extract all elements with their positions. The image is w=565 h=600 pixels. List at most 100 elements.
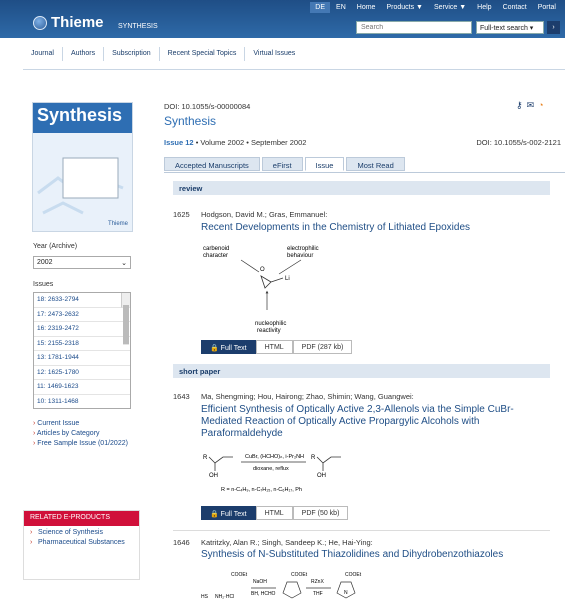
scheme-label: OH — [209, 473, 218, 479]
year-select[interactable]: 2002 ⌄ — [33, 256, 131, 269]
issue-item[interactable]: 10: 1311-1468 — [34, 395, 130, 409]
full-text-button[interactable]: 🔒 Full Text — [201, 506, 256, 520]
scheme-label: behaviour — [287, 253, 313, 259]
year-label: Year (Archive) — [33, 243, 78, 250]
article-authors: Ma, Shengming; Hou, Hairong; Zhao, Shimi… — [201, 392, 414, 401]
nav-products[interactable]: Products ▼ — [381, 2, 428, 13]
rss-icon[interactable]: ◔ — [538, 100, 543, 111]
free-sample-issue-link[interactable]: Free Sample Issue (01/2022) — [33, 440, 133, 447]
issues-label: Issues — [33, 281, 54, 288]
subnav-virtual-issues[interactable]: Virtual Issues — [245, 47, 303, 61]
scheme-label: dioxane, reflux — [253, 466, 289, 472]
scheme-label: Li — [285, 276, 290, 282]
article-title[interactable]: Efficient Synthesis of Optically Active … — [201, 404, 541, 440]
pdf-button[interactable]: PDF (50 kb) — [292, 506, 349, 520]
scheme-label: OH — [317, 473, 326, 479]
current-issue-link[interactable]: Current Issue — [33, 420, 133, 427]
mail-icon[interactable]: ✉ — [527, 100, 535, 111]
subnav-recent-special-topics[interactable]: Recent Special Topics — [160, 46, 246, 61]
lang-de[interactable]: DE — [310, 2, 331, 13]
article-page: 1625 — [173, 210, 190, 219]
issue-item[interactable]: 12: 1625-1780 — [34, 366, 130, 380]
scheme-label: nucleophilic — [255, 321, 286, 327]
issue-item[interactable]: 11: 1469-1623 — [34, 380, 130, 395]
cover-title: Synthesis — [33, 103, 132, 133]
scheme-label: NaOH — [253, 579, 267, 585]
issue-item[interactable]: 17: 2473-2632 — [34, 308, 130, 322]
subnav-authors[interactable]: Authors — [63, 46, 105, 61]
page-title: Synthesis — [164, 114, 217, 128]
full-text-label: Full Text — [220, 511, 247, 518]
lang-en[interactable]: EN — [331, 2, 351, 13]
scheme-label: R — [311, 455, 316, 461]
scheme-label: carbenoid — [203, 246, 229, 252]
search-go-button[interactable]: › — [547, 21, 560, 34]
scheme-label: RZnX — [311, 579, 324, 585]
issue-doi: DOI: 10.1055/s-002-2121 — [476, 138, 561, 147]
article-divider — [173, 530, 550, 531]
journal-name: SYNTHESIS — [118, 23, 158, 30]
nav-service[interactable]: Service ▼ — [429, 2, 471, 13]
issues-list[interactable]: 18: 2633-2794 17: 2473-2632 16: 2319-247… — [33, 292, 131, 409]
tab-most-read[interactable]: Most Read — [346, 157, 405, 171]
scheme-label: R = n-C₄H₉, n-C₇H₁₅, n-C₆H₁₇, Ph — [221, 487, 302, 493]
scheme-label: CuBr, (HCHO)ₙ, i-Pr₂NH — [245, 454, 304, 460]
subnav-subscription[interactable]: Subscription — [104, 46, 160, 61]
logo-text: Thieme — [51, 14, 104, 31]
tab-accepted-manuscripts[interactable]: Accepted Manuscripts — [164, 157, 260, 171]
section-short-paper: short paper — [173, 364, 550, 378]
cover-brand: Thieme — [107, 221, 128, 227]
nav-portal[interactable]: Portal — [533, 2, 561, 13]
search-input[interactable] — [356, 21, 472, 34]
pharmaceutical-substances-link[interactable]: Pharmaceutical Substances — [24, 536, 139, 546]
article-title[interactable]: Synthesis of N-Substituted Thiazolidines… — [201, 549, 541, 561]
issue-item[interactable]: 15: 2155-2318 — [34, 337, 130, 351]
html-button[interactable]: HTML — [255, 506, 293, 520]
issue-item[interactable]: 16: 2319-2472 — [34, 322, 130, 337]
search-type-select[interactable]: Full-text search ▾ — [476, 21, 544, 34]
issue-item[interactable]: 18: 2633-2794 — [34, 293, 130, 308]
issues-scrollbar[interactable] — [121, 293, 130, 345]
issue-tabs: Accepted Manuscripts eFirst Issue Most R… — [164, 157, 405, 171]
page-icons: ⚷ ✉ ◔ — [516, 100, 544, 111]
scheme-label: R — [203, 455, 208, 461]
html-button[interactable]: HTML — [255, 340, 293, 354]
journal-doi: DOI: 10.1055/s-00000084 — [164, 102, 251, 111]
chevron-down-icon: ⌄ — [121, 260, 127, 267]
article-item: 1646 Katritzky, Alan R.; Singh, Sandeep … — [173, 538, 550, 600]
article-item: 1643 Ma, Shengming; Hou, Hairong; Zhao, … — [173, 392, 550, 522]
key-icon[interactable]: ⚷ — [516, 100, 523, 111]
sidebar-links: Current Issue Articles by Category Free … — [33, 420, 133, 450]
journal-cover[interactable]: Synthesis Thieme — [32, 102, 133, 232]
article-title[interactable]: Recent Developments in the Chemistry of … — [201, 222, 541, 234]
issue-details: • Volume 2002 • September 2002 — [193, 138, 307, 147]
issue-item[interactable]: 13: 1781-1944 — [34, 351, 130, 366]
related-products-title: RELATED E-PRODUCTS — [24, 511, 139, 526]
scheme-label: reactivity — [257, 328, 281, 334]
article-actions: 🔒 Full Text HTML PDF (287 kb) — [201, 340, 353, 354]
cover-graphic — [37, 157, 124, 215]
thieme-logo[interactable]: Thieme — [33, 14, 104, 31]
science-of-synthesis-link[interactable]: Science of Synthesis — [24, 526, 139, 536]
tab-efirst[interactable]: eFirst — [261, 157, 303, 171]
section-review: review — [173, 181, 550, 195]
nav-contact[interactable]: Contact — [498, 2, 532, 13]
reaction-scheme: R OH CuBr, (HCHO)ₙ, i-Pr₂NH dioxane, ref… — [203, 454, 341, 493]
sub-nav: Journal Authors Subscription Recent Spec… — [23, 38, 565, 70]
scheme-label: NH₂·HCl — [215, 594, 234, 600]
nav-home[interactable]: Home — [352, 2, 381, 13]
full-text-button[interactable]: 🔒 Full Text — [201, 340, 256, 354]
scrollbar-thumb[interactable] — [123, 305, 129, 345]
nav-help[interactable]: Help — [472, 2, 496, 13]
article-actions: 🔒 Full Text HTML PDF (50 kb) — [201, 506, 349, 520]
subnav-journal[interactable]: Journal — [23, 46, 63, 61]
scheme-label: COOEt — [231, 572, 248, 578]
scheme-label: HS — [201, 594, 209, 600]
tab-issue[interactable]: Issue — [304, 157, 345, 171]
reaction-scheme: COOEt HS NH₂·HCl NaOH BH, HCHO COOEt RZn… — [201, 572, 362, 600]
articles-by-category-link[interactable]: Articles by Category — [33, 430, 133, 437]
reaction-scheme: carbenoid character electrophilic behavi… — [203, 246, 319, 334]
pdf-button[interactable]: PDF (287 kb) — [292, 340, 353, 354]
scheme-label: BH, HCHO — [251, 591, 276, 597]
top-bar: DE EN Home Products ▼ Service ▼ Help Con… — [0, 0, 565, 38]
